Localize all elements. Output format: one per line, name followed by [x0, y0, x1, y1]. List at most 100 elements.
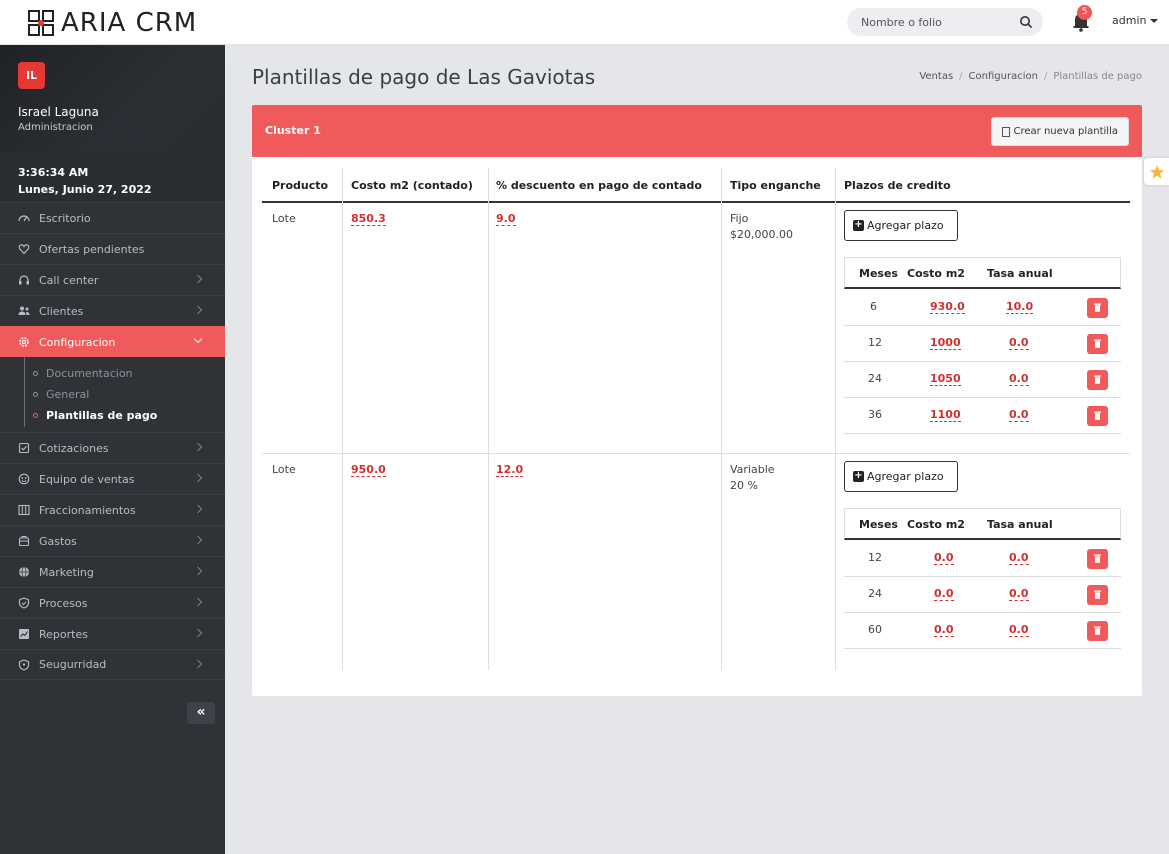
term-cost-editable[interactable]: 0.0 [934, 587, 954, 601]
sidebar-item-label: Ofertas pendientes [39, 242, 145, 256]
term-rate-editable[interactable]: 10.0 [1006, 300, 1034, 314]
term-cost-editable[interactable]: 0.0 [934, 623, 954, 637]
add-term-label: Agregar plazo [867, 470, 944, 483]
sidebar-item-fraccionamientos[interactable]: Fraccionamientos [0, 494, 225, 525]
breadcrumb-link-configuracion[interactable]: Configuracion [969, 71, 1038, 82]
cost-editable[interactable]: 950.0 [351, 463, 386, 477]
headset-icon [19, 275, 29, 285]
columns-icon [18, 504, 30, 516]
trash-icon [1094, 590, 1101, 599]
profile-name: Israel Laguna [18, 105, 99, 119]
page-title: Plantillas de pago de Las Gaviotas [252, 65, 596, 89]
delete-term-button[interactable] [1087, 406, 1108, 426]
profile-role: Administracion [18, 122, 93, 133]
column-header-descuento: % descuento en pago de contado [496, 179, 702, 192]
term-rate-editable[interactable]: 0.0 [1009, 336, 1029, 350]
discount-editable[interactable]: 12.0 [496, 463, 524, 477]
sidebar-item-procesos[interactable]: Procesos [0, 587, 225, 618]
delete-term-button[interactable] [1087, 334, 1108, 354]
sidebar-item-clientes[interactable]: Clientes [0, 295, 225, 326]
sidebar-item-label: Call center [39, 273, 99, 287]
sidebar-item-equipo-de-ventas[interactable]: Equipo de ventas [0, 463, 225, 494]
breadcrumb-link-ventas[interactable]: Ventas [919, 71, 953, 82]
create-template-button[interactable]: Crear nueva plantilla [990, 117, 1129, 146]
configuracion-submenu: Documentacion General Plantillas de pago [0, 357, 225, 432]
heart-icon [18, 244, 30, 255]
app-logo[interactable]: ARIA CRM [27, 6, 197, 40]
term-rate-editable[interactable]: 0.0 [1009, 587, 1029, 601]
add-term-button[interactable]: + Agregar plazo [844, 461, 958, 492]
discount-editable[interactable]: 9.0 [496, 212, 516, 226]
term-months: 60 [868, 623, 882, 636]
table-row: 36 1100 0.0 [844, 398, 1121, 434]
terms-header-tasa: Tasa anual [987, 267, 1053, 280]
product-cell: Lote [272, 463, 296, 476]
chevron-right-icon [193, 473, 203, 483]
delete-term-button[interactable] [1087, 370, 1108, 390]
sidebar-nav: Escritorio Ofertas pendientes Call cente… [0, 202, 225, 680]
sidebar-item-call-center[interactable]: Call center [0, 264, 225, 295]
term-cost-editable[interactable]: 1050 [930, 372, 961, 386]
collapse-sidebar-button[interactable]: « [187, 702, 215, 724]
submenu-item-plantillas-de-pago[interactable]: Plantillas de pago [0, 405, 225, 426]
submenu-item-general[interactable]: General [0, 384, 225, 405]
sidebar-item-cotizaciones[interactable]: Cotizaciones [0, 432, 225, 463]
sidebar-item-label: Cotizaciones [39, 441, 109, 455]
delete-term-button[interactable] [1087, 298, 1108, 318]
terms-header-meses: Meses [859, 267, 898, 280]
trash-icon [1094, 411, 1101, 420]
add-term-button[interactable]: + Agregar plazo [844, 210, 958, 241]
sidebar-item-ofertas[interactable]: Ofertas pendientes [0, 233, 225, 264]
favorite-star-button[interactable] [1144, 158, 1169, 185]
sidebar-item-configuracion[interactable]: Configuracion [0, 326, 225, 357]
breadcrumb-current: Plantillas de pago [1053, 71, 1142, 82]
column-header-costo: Costo m2 (contado) [351, 179, 473, 192]
submenu-item-label: General [46, 388, 90, 401]
checkbox-icon [18, 442, 30, 454]
users-icon [18, 306, 30, 315]
term-cost-editable[interactable]: 1000 [930, 336, 961, 350]
term-cost-editable[interactable]: 0.0 [934, 551, 954, 565]
chevron-right-icon [193, 504, 203, 514]
term-rate-editable[interactable]: 0.0 [1009, 372, 1029, 386]
dashboard-icon [18, 215, 30, 222]
down-type-cell: Fijo [730, 212, 749, 225]
delete-term-button[interactable] [1087, 621, 1108, 641]
search-input[interactable] [861, 8, 1011, 36]
trash-icon [1094, 375, 1101, 384]
sidebar-item-gastos[interactable]: Gastos [0, 525, 225, 556]
trash-icon [1094, 554, 1101, 563]
term-rate-editable[interactable]: 0.0 [1009, 408, 1029, 422]
sidebar-item-label: Reportes [39, 627, 88, 641]
chevron-right-icon [193, 305, 203, 315]
delete-term-button[interactable] [1087, 585, 1108, 605]
delete-term-button[interactable] [1087, 549, 1108, 569]
term-cost-editable[interactable]: 1100 [930, 408, 961, 422]
terms-table-header: Meses Costo m2 Tasa anual [844, 257, 1121, 289]
submenu-item-label: Plantillas de pago [46, 409, 158, 422]
submenu-item-documentacion[interactable]: Documentacion [0, 363, 225, 384]
card-header: Cluster 1 Crear nueva plantilla [252, 105, 1142, 157]
sidebar-item-reportes[interactable]: Reportes [0, 618, 225, 649]
user-menu[interactable]: admin [1112, 14, 1159, 27]
sidebar-item-seugurridad[interactable]: Seugurridad [0, 649, 225, 680]
create-template-label: Crear nueva plantilla [1013, 126, 1118, 137]
table-row: 24 0.0 0.0 [844, 577, 1121, 613]
column-divider [721, 168, 722, 670]
term-rate-editable[interactable]: 0.0 [1009, 623, 1029, 637]
bullet-icon [33, 413, 38, 418]
table-row: 60 0.0 0.0 [844, 613, 1121, 649]
sidebar-item-escritorio[interactable]: Escritorio [0, 202, 225, 233]
clock-panel: 3:36:34 AM Lunes, Junio 27, 2022 [0, 152, 225, 202]
column-divider [835, 168, 836, 670]
sidebar-item-marketing[interactable]: Marketing [0, 556, 225, 587]
term-cost-editable[interactable]: 930.0 [930, 300, 965, 314]
cost-editable[interactable]: 850.3 [351, 212, 386, 226]
chevron-right-icon [193, 566, 203, 576]
term-rate-editable[interactable]: 0.0 [1009, 551, 1029, 565]
plus-icon: + [853, 470, 864, 482]
term-months: 12 [868, 551, 882, 564]
term-months: 24 [868, 372, 882, 385]
search-icon[interactable] [1019, 15, 1033, 29]
avatar[interactable]: IL [18, 62, 45, 89]
